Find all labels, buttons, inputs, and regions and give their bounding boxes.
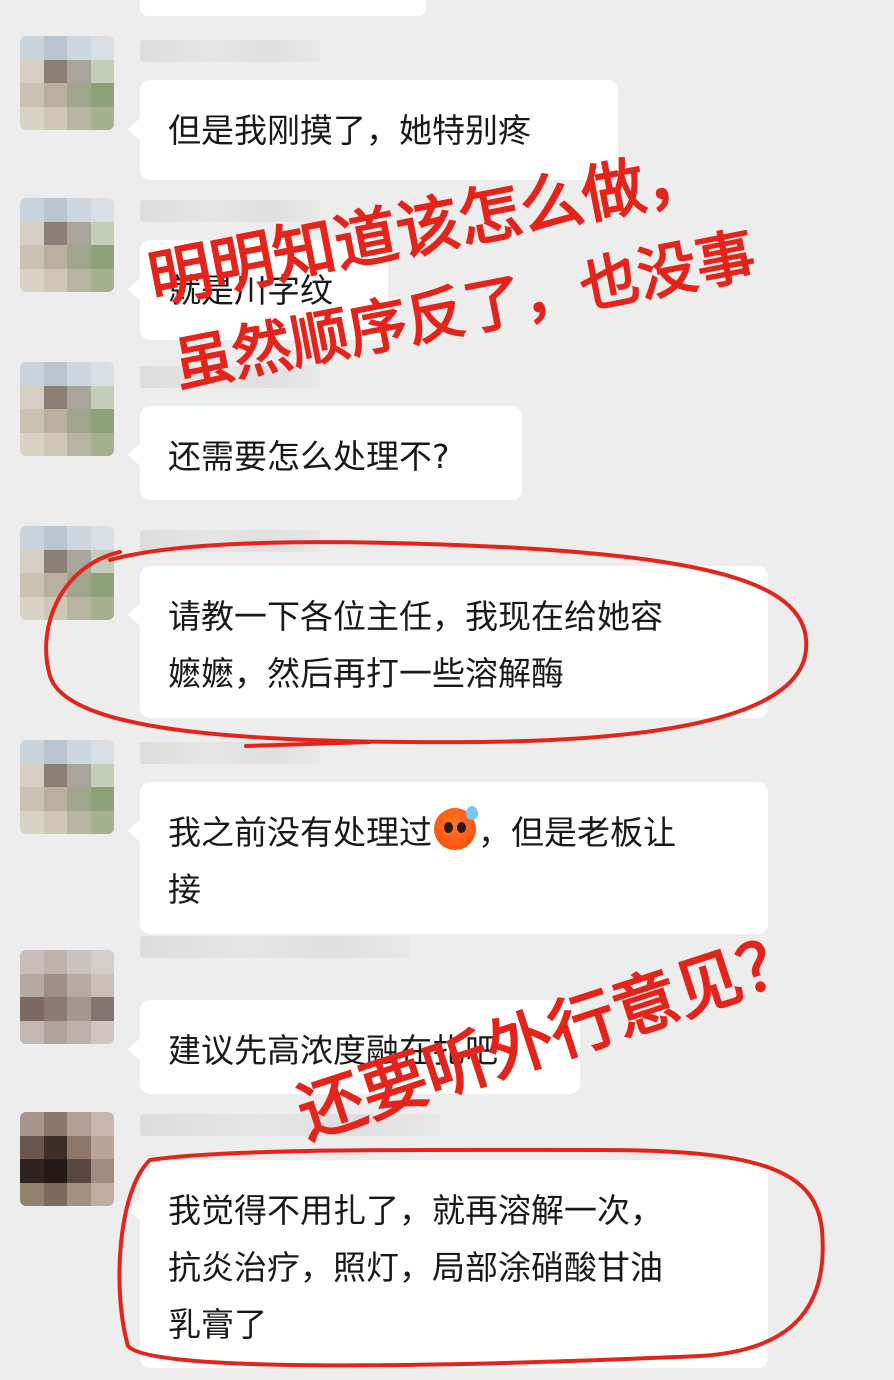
- avatar[interactable]: [20, 362, 114, 456]
- sender-name-blurred: [140, 936, 410, 958]
- flushed-sweat-emoji-icon: [434, 806, 478, 850]
- message-bubble[interactable]: 我之前没有处理过 ，但是老板让 接: [128, 782, 768, 934]
- avatar[interactable]: [20, 36, 114, 130]
- avatar[interactable]: [20, 950, 114, 1044]
- message-bubble[interactable]: 请教一下各位主任，我现在给她容 嬷嬷，然后再打一些溶解酶: [128, 566, 768, 718]
- previous-message-bubble: [140, 0, 426, 16]
- sender-name-blurred: [140, 40, 320, 62]
- sender-name-blurred: [140, 742, 320, 764]
- message-text: 我之前没有处理过: [168, 813, 432, 852]
- sender-name-blurred: [140, 530, 320, 552]
- message-bubble[interactable]: 我觉得不用扎了，就再溶解一次， 抗炎治疗，照灯，局部涂硝酸甘油 乳膏了: [128, 1160, 768, 1368]
- avatar[interactable]: [20, 1112, 114, 1206]
- avatar[interactable]: [20, 740, 114, 834]
- avatar[interactable]: [20, 526, 114, 620]
- avatar[interactable]: [20, 198, 114, 292]
- message-bubble[interactable]: 还需要怎么处理不?: [128, 406, 522, 500]
